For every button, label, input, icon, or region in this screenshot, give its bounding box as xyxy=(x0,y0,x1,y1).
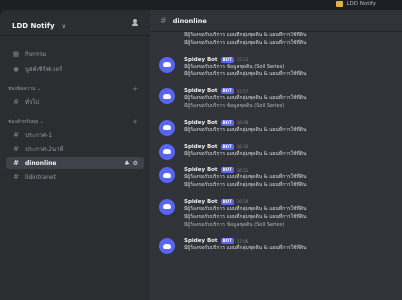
message-list[interactable]: มีผู้ร้องขอรับบริการ แผนที่กลุ่มชุดดิน &… xyxy=(150,32,402,300)
bot-avatar-icon[interactable] xyxy=(159,119,175,136)
bot-badge: BOT xyxy=(220,88,234,95)
gear-icon[interactable]: ⚙ xyxy=(133,160,138,167)
window-title-text: LDD Notify xyxy=(346,1,376,7)
author-name[interactable]: Spidey Bot xyxy=(184,57,218,63)
channel-label: dinonline xyxy=(25,159,57,167)
author-name[interactable]: Spidey Bot xyxy=(184,238,218,244)
chat-header: # dinonline xyxy=(150,10,402,32)
chevron-down-icon: ∨ xyxy=(61,23,67,30)
channel-title: dinonline xyxy=(172,16,207,25)
chevron-down-icon: ⌄ xyxy=(37,86,42,92)
hash-icon: # xyxy=(13,131,19,139)
timestamp: 16:34 xyxy=(236,144,249,150)
timestamp: 16:51 xyxy=(236,167,249,173)
bot-badge: BOT xyxy=(220,238,234,245)
message: Spidey Bot BOT 16:59 มีผู้ร้องขอรับบริการ … xyxy=(150,198,402,229)
chat-area: # dinonline มีผู้ร้องขอรับบริการ แผนที่ก… xyxy=(150,10,402,300)
bot-avatar-icon[interactable] xyxy=(159,143,175,160)
window-title: LDD Notify xyxy=(336,1,376,7)
message: Spidey Bot BOT 16:08 มีผู้ร้องขอรับบริการ … xyxy=(150,119,402,136)
add-channel-icon[interactable]: + xyxy=(132,85,138,93)
channel-lldintranet[interactable]: # lldintranet xyxy=(6,171,144,183)
category-chat-channels[interactable]: ช่องสำหรับคุย ⌄ + xyxy=(6,117,144,127)
bot-badge: BOT xyxy=(220,198,234,205)
timestamp: 16:59 xyxy=(236,199,249,205)
channel-label: ทั่วไป xyxy=(25,99,40,106)
timestamp: 17:06 xyxy=(236,238,249,244)
hash-icon: # xyxy=(13,159,19,167)
server-header[interactable]: LDD Notify ∨ xyxy=(0,10,150,36)
channel-label: ประกาศ-2นาที xyxy=(25,146,64,153)
calendar-icon: ▦ xyxy=(12,50,20,58)
author-name[interactable]: Spidey Bot xyxy=(184,144,218,150)
bot-avatar-icon[interactable] xyxy=(159,167,175,184)
author-name[interactable]: Spidey Bot xyxy=(184,120,218,126)
message-text: มีผู้ร้องขอรับบริการ แผนที่กลุ่มชุดดิน &… xyxy=(184,71,307,78)
message: Spidey Bot BOT 15:57 มีผู้ร้องขอรับบริการ … xyxy=(150,87,402,111)
message: Spidey Bot BOT 15:23 มีผู้ร้องขอรับบริการ … xyxy=(150,56,402,80)
message-text: มีผู้ร้องขอรับบริการ แผนที่กลุ่มชุดดิน &… xyxy=(184,182,307,189)
bot-badge: BOT xyxy=(220,56,234,63)
bot-avatar-icon[interactable] xyxy=(159,238,175,255)
channel-dinonline[interactable]: # dinonline ♣ ⚙ xyxy=(6,157,144,169)
channel-label: ประกาศ-1 xyxy=(25,132,53,139)
category-label: ช่องสำหรับคุย xyxy=(8,119,39,125)
message: Spidey Bot BOT 16:34 มีผู้ร้องขอรับบริการ … xyxy=(150,143,402,160)
message-text: มีผู้ร้องขอรับบริการ แผนที่กลุ่มชุดดิน &… xyxy=(184,126,307,133)
hash-icon: # xyxy=(13,98,19,106)
author-name[interactable]: Spidey Bot xyxy=(184,88,218,94)
category-label: ช่องข้อความ xyxy=(8,86,36,92)
channel-label: lldintranet xyxy=(25,173,56,181)
app-logo-icon xyxy=(336,1,344,7)
nav-item-boost[interactable]: ◉ บูสต์เซิร์ฟเวอร์ xyxy=(6,63,144,75)
message-text: มีผู้ร้องขอรับบริการ แผนที่กลุ่มชุดดิน &… xyxy=(184,39,307,46)
message-text: มีผู้ร้องขอรับบริการ ข้อมูลชุดดิน (Soil … xyxy=(184,102,285,109)
add-channel-icon[interactable]: + xyxy=(132,118,138,126)
message: Spidey Bot BOT 17:06 มีผู้ร้องขอรับบริการ … xyxy=(150,237,402,255)
title-bar: LDD Notify xyxy=(0,0,402,10)
hash-icon: # xyxy=(13,173,19,181)
message-text: มีผู้ร้องขอรับบริการ แผนที่กลุ่มชุดดิน &… xyxy=(184,32,307,38)
boost-icon: ◉ xyxy=(13,65,19,73)
channel-announce-2[interactable]: # ประกาศ-2นาที xyxy=(6,143,144,155)
bot-avatar-icon[interactable] xyxy=(159,88,175,105)
channel-general[interactable]: # ทั่วไป xyxy=(6,96,144,108)
message-text: มีผู้ร้องขอรับบริการ แผนที่กลุ่มชุดดิน &… xyxy=(184,150,307,157)
channel-list: ▦ กิจกรรม ◉ บูสต์เซิร์ฟเวอร์ ช่องข้อความ… xyxy=(0,36,150,183)
bot-avatar-icon[interactable] xyxy=(159,198,175,215)
timestamp: 15:23 xyxy=(236,57,249,63)
add-member-icon[interactable] xyxy=(132,18,141,27)
server-name: LDD Notify xyxy=(12,22,55,30)
message: Spidey Bot BOT 16:51 มีผู้ร้องขอรับบริการ … xyxy=(150,166,402,190)
timestamp: 15:57 xyxy=(236,88,249,94)
hash-icon: # xyxy=(13,145,19,153)
message-text: มีผู้ร้องขอรับบริการ ข้อมูลชุดดิน (Soil … xyxy=(184,221,285,228)
bot-badge: BOT xyxy=(220,119,234,126)
channel-sidebar: LDD Notify ∨ ▦ กิจกรรม ◉ บูสต์เซิร์ฟเวอร… xyxy=(0,10,150,300)
bot-avatar-icon[interactable] xyxy=(159,56,175,73)
bot-badge: BOT xyxy=(220,167,234,174)
invite-icon[interactable]: ♣ xyxy=(124,160,129,167)
author-name[interactable]: Spidey Bot xyxy=(184,167,218,173)
nav-item-label: กิจกรรม xyxy=(25,51,47,58)
author-name[interactable]: Spidey Bot xyxy=(184,199,218,205)
timestamp: 16:08 xyxy=(236,120,249,126)
nav-item-events[interactable]: ▦ กิจกรรม xyxy=(6,48,144,60)
bot-badge: BOT xyxy=(220,143,234,150)
nav-item-label: บูสต์เซิร์ฟเวอร์ xyxy=(25,66,63,73)
channel-announce-1[interactable]: # ประกาศ-1 xyxy=(6,129,144,141)
chevron-down-icon: ⌄ xyxy=(39,119,44,125)
category-text-channels[interactable]: ช่องข้อความ ⌄ + xyxy=(6,84,144,94)
message-text: มีผู้ร้องขอรับบริการ แผนที่กลุ่มชุดดิน &… xyxy=(184,95,307,102)
message-text: มีผู้ร้องขอรับบริการ แผนที่กลุ่มชุดดิน &… xyxy=(184,205,307,212)
message-text: มีผู้ร้องขอรับบริการ แผนที่กลุ่มชุดดิน &… xyxy=(184,245,307,252)
message-text: มีผู้ร้องขอรับบริการ แผนที่กลุ่มชุดดิน &… xyxy=(184,174,307,181)
message-continuation: มีผู้ร้องขอรับบริการ แผนที่กลุ่มชุดดิน &… xyxy=(150,32,402,48)
hash-icon: # xyxy=(160,16,167,25)
message-text: มีผู้ร้องขอรับบริการ แผนที่กลุ่มชุดดิน &… xyxy=(184,213,307,220)
